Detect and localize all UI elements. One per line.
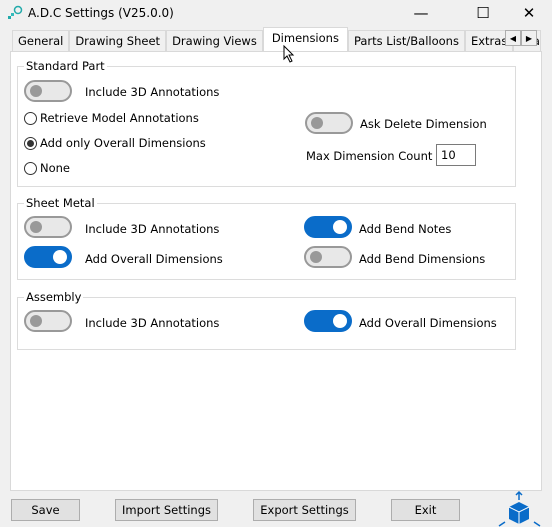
ask-delete-toggle[interactable] (305, 112, 353, 134)
import-settings-button[interactable]: Import Settings (115, 499, 218, 521)
radio-overall-dims-label: Add only Overall Dimensions (40, 136, 206, 150)
tab-dimensions[interactable]: Dimensions (262, 27, 348, 51)
sm-bend-notes-toggle[interactable] (304, 216, 352, 238)
sm-include-3d-toggle[interactable] (24, 216, 72, 238)
tab-scroll-right-icon[interactable]: ▶ (521, 30, 537, 46)
asm-include-3d-toggle[interactable] (24, 310, 72, 332)
app-icon (8, 5, 23, 19)
asm-overall-label: Add Overall Dimensions (359, 316, 497, 330)
asm-include-3d-label: Include 3D Annotations (85, 316, 220, 330)
sheet-metal-group (17, 203, 516, 280)
radio-none[interactable] (24, 162, 37, 175)
sm-overall-label: Add Overall Dimensions (85, 252, 223, 266)
tab-general[interactable]: General (12, 30, 70, 51)
minimize-button[interactable]: — (398, 0, 444, 26)
tab-parts-list[interactable]: Parts List/Balloons (347, 30, 465, 51)
sm-bend-dims-toggle[interactable] (304, 246, 352, 268)
sm-overall-toggle[interactable] (24, 246, 72, 268)
radio-retrieve-model-label: Retrieve Model Annotations (40, 111, 199, 125)
asm-overall-toggle[interactable] (304, 310, 352, 332)
sp-include-3d-label: Include 3D Annotations (85, 85, 220, 99)
max-count-input[interactable]: 10 (436, 144, 476, 166)
assembly-legend: Assembly (24, 290, 84, 304)
close-button[interactable]: ✕ (506, 0, 552, 26)
sm-bend-notes-label: Add Bend Notes (359, 222, 452, 236)
cube-logo-icon (498, 490, 541, 527)
radio-none-label: None (40, 161, 71, 175)
save-button[interactable]: Save (11, 499, 80, 521)
sheet-metal-legend: Sheet Metal (24, 196, 97, 210)
ask-delete-label: Ask Delete Dimension (360, 117, 487, 131)
standard-part-legend: Standard Part (24, 59, 107, 73)
sm-bend-dims-label: Add Bend Dimensions (359, 252, 486, 266)
tab-strip: General Drawing Sheet Drawing Views Dime… (12, 27, 542, 51)
maximize-button[interactable]: ☐ (460, 0, 506, 26)
export-settings-button[interactable]: Export Settings (253, 499, 356, 521)
tab-scroll-left-icon[interactable]: ◀ (505, 30, 521, 46)
sp-include-3d-toggle[interactable] (24, 80, 72, 102)
exit-button[interactable]: Exit (391, 499, 460, 521)
mouse-cursor-icon (283, 45, 295, 63)
radio-overall-dims[interactable] (24, 137, 37, 150)
sm-include-3d-label: Include 3D Annotations (85, 222, 220, 236)
window-title: A.D.C Settings (V25.0.0) (28, 6, 174, 20)
tab-drawing-views[interactable]: Drawing Views (166, 30, 263, 51)
tab-drawing-sheet[interactable]: Drawing Sheet (69, 30, 167, 51)
radio-retrieve-model[interactable] (24, 112, 37, 125)
max-count-label: Max Dimension Count (306, 149, 433, 163)
